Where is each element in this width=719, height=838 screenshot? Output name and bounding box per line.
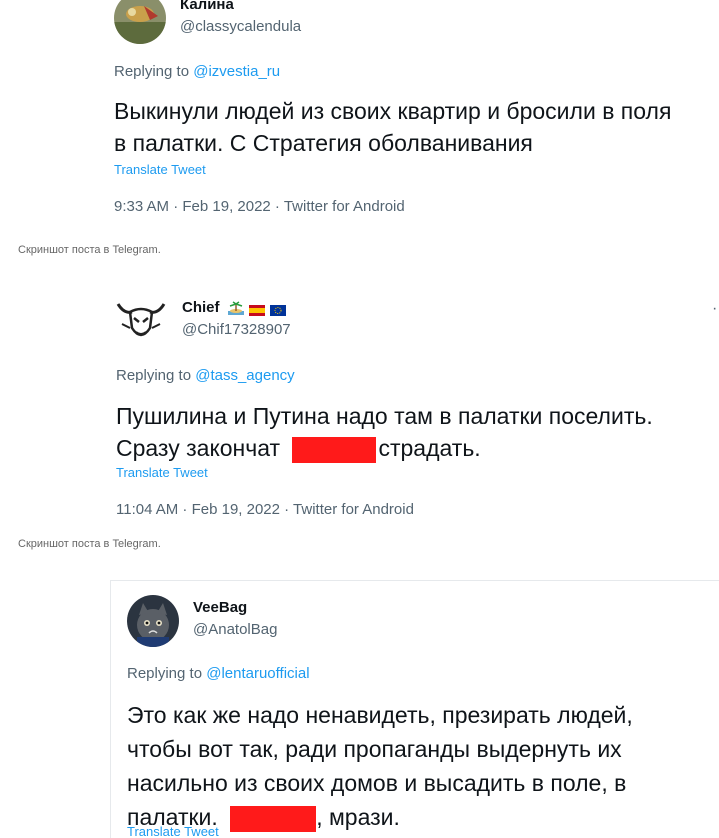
tweet-text-fragment: Сразу закончат (116, 435, 281, 461)
reply-mention-link[interactable]: @izvestia_ru (193, 63, 280, 80)
tweet-text-line: насильно из своих домов и высадить в пол… (127, 770, 627, 796)
tweet-text-line: в палатки. С Стратегия оболванивания (114, 130, 533, 156)
translate-tweet-link[interactable]: Translate Tweet (114, 162, 206, 177)
tweet-text-line: Выкинули людей из своих квартир и бросил… (114, 98, 672, 124)
tweet-card-1: Калина @classycalendula Replying to @izv… (100, 0, 719, 236)
replying-to: Replying to @lentaruofficial (127, 665, 310, 682)
tweet-text-line: Пушилина и Путина надо там в палатки пос… (116, 403, 653, 429)
bull-skull-avatar-icon (114, 294, 168, 348)
image-caption: Скриншот поста в Telegram. (18, 244, 161, 256)
reply-mention-link[interactable]: @lentaruofficial (206, 665, 309, 682)
tweet-card-3: VeeBag @AnatolBag Replying to @lentaruof… (110, 580, 719, 838)
tweet-text-line: чтобы вот так, ради пропаганды выдернуть… (127, 736, 622, 762)
replying-label: Replying to (114, 63, 190, 80)
avatar-image-icon (114, 0, 166, 44)
tweet-card-2: Chief @Chif17328907 · Replying to @tass_… (100, 280, 719, 532)
eu-flag-icon (270, 303, 287, 316)
avatar[interactable] (127, 595, 179, 647)
image-caption: Скриншот поста в Telegram. (18, 538, 161, 550)
translate-tweet-link[interactable]: Translate Tweet (127, 824, 219, 838)
author-handle[interactable]: @Chif17328907 (182, 321, 291, 338)
avatar[interactable] (114, 294, 168, 348)
redaction-block (230, 805, 317, 832)
reply-mention-link[interactable]: @tass_agency (195, 367, 294, 384)
tweet-text-fragment: страдать. (378, 435, 481, 461)
replying-to: Replying to @tass_agency (116, 367, 295, 384)
tweet-text: Выкинули людей из своих квартир и бросил… (114, 95, 719, 159)
cat-avatar-icon (127, 595, 179, 647)
replying-label: Replying to (116, 367, 192, 384)
author-name-text: Chief (182, 299, 220, 316)
author-name[interactable]: Chief (182, 299, 287, 316)
author-handle[interactable]: @AnatolBag (193, 621, 277, 638)
tweet-text-fragment: , мрази. (316, 804, 400, 830)
spain-flag-icon (248, 303, 265, 316)
tweet-meta[interactable]: 9:33 AM · Feb 19, 2022 · Twitter for And… (114, 198, 405, 215)
author-name[interactable]: Калина (180, 0, 234, 13)
translate-tweet-link[interactable]: Translate Tweet (116, 465, 208, 480)
tweet-text: Это как же надо ненавидеть, презирать лю… (127, 698, 717, 834)
replying-label: Replying to (127, 665, 203, 682)
tweet-text-line: Это как же надо ненавидеть, презирать лю… (127, 702, 633, 728)
author-handle[interactable]: @classycalendula (180, 18, 301, 35)
tweet-meta[interactable]: 11:04 AM · Feb 19, 2022 · Twitter for An… (116, 501, 414, 518)
tweet-text-line: Сразу закончат страдать. (116, 432, 716, 464)
avatar[interactable] (114, 0, 166, 44)
author-name[interactable]: VeeBag (193, 599, 247, 616)
redaction-block (292, 436, 377, 463)
tweet-text: Пушилина и Путина надо там в палатки пос… (116, 400, 716, 464)
more-options-icon[interactable]: · (712, 300, 717, 318)
island-emoji-icon (227, 301, 244, 316)
replying-to: Replying to @izvestia_ru (114, 63, 280, 80)
